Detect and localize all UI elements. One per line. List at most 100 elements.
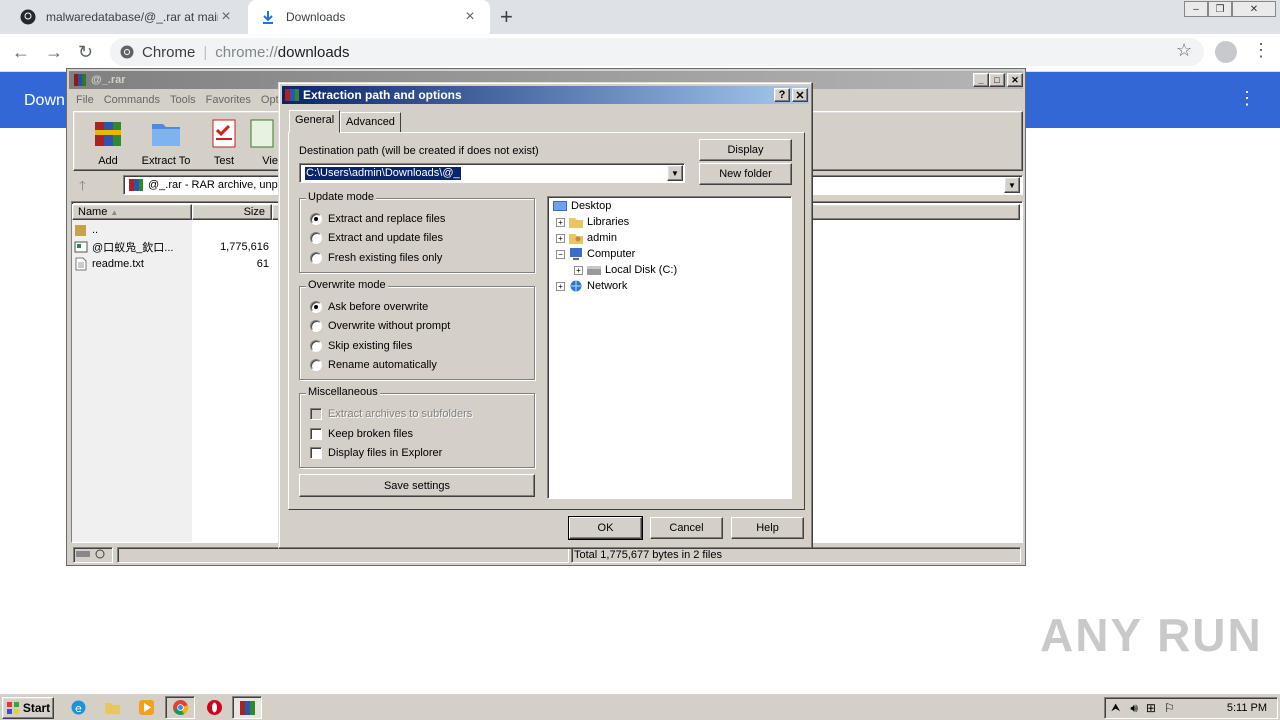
tab-downloads[interactable]: Downloads × <box>248 0 490 34</box>
folder-tree[interactable]: Desktop + Libraries + admin − Computer +… <box>547 196 792 499</box>
expand-icon[interactable]: + <box>574 265 583 275</box>
help-button[interactable]: Help <box>731 517 804 539</box>
clock[interactable]: 5:11 PM <box>1227 702 1267 714</box>
checkbox[interactable] <box>310 447 322 459</box>
expand-icon[interactable]: + <box>556 233 565 243</box>
maximize-button[interactable]: □ <box>989 73 1005 87</box>
close-button[interactable]: ✕ <box>1007 73 1023 87</box>
radio-unselected[interactable] <box>310 359 322 371</box>
explorer-icon[interactable] <box>104 699 121 716</box>
radio-unselected[interactable] <box>310 320 322 332</box>
expand-icon[interactable]: + <box>556 281 565 291</box>
downloads-menu-icon[interactable]: ⋮ <box>1238 88 1256 109</box>
tree-node-libraries[interactable]: + Libraries <box>556 214 629 230</box>
network-tray-icon[interactable]: ⊞ <box>1146 701 1156 715</box>
bookmark-star-icon[interactable]: ☆ <box>1176 40 1192 61</box>
tree-node-network[interactable]: + Network <box>556 278 627 294</box>
start-button[interactable]: Start <box>2 697 54 719</box>
radio-selected[interactable] <box>310 301 322 313</box>
minimize-button[interactable]: _ <box>973 73 989 87</box>
start-label: Start <box>22 701 51 715</box>
reload-icon[interactable]: ↻ <box>78 42 93 63</box>
collapse-icon[interactable]: − <box>556 249 565 259</box>
menu-commands[interactable]: Commands <box>99 91 165 109</box>
ok-button[interactable]: OK <box>568 516 643 540</box>
tree-node-computer[interactable]: − Computer <box>556 246 635 262</box>
radio-rename-automatically[interactable]: Rename automatically <box>310 359 437 371</box>
chrome-taskbar-button[interactable] <box>165 696 195 719</box>
expand-icon[interactable]: + <box>556 217 565 227</box>
dialog-titlebar[interactable]: Extraction path and options ? ✕ <box>282 86 809 104</box>
menu-favorites[interactable]: Favorites <box>201 91 256 109</box>
extraction-dialog: Extraction path and options ? ✕ General … <box>278 82 813 549</box>
tab-advanced[interactable]: Advanced <box>340 112 401 133</box>
action-center-flag-icon[interactable]: ⚐ <box>1164 701 1175 715</box>
extract-to-button[interactable]: Extract To <box>134 116 198 167</box>
winrar-taskbar-button[interactable] <box>232 696 262 719</box>
radio-unselected[interactable] <box>310 340 322 352</box>
column-size[interactable]: Size <box>192 204 272 220</box>
checkbox-keep-broken[interactable]: Keep broken files <box>310 428 413 440</box>
site-label: Chrome <box>142 43 196 61</box>
chrome-menu-icon[interactable]: ⋮ <box>1252 40 1270 61</box>
opera-icon[interactable] <box>206 699 223 716</box>
forward-arrow-icon[interactable]: → <box>45 42 63 63</box>
github-icon <box>20 9 36 25</box>
radio-extract-replace[interactable]: Extract and replace files <box>310 213 445 225</box>
file-size: 1,775,616 <box>220 240 269 253</box>
tool-label: Extract To <box>141 155 191 167</box>
radio-overwrite-without-prompt[interactable]: Overwrite without prompt <box>310 320 450 332</box>
close-tab-icon[interactable]: × <box>462 8 478 26</box>
radio-skip-existing[interactable]: Skip existing files <box>310 340 412 352</box>
back-arrow-icon[interactable]: ← <box>12 42 30 63</box>
add-button[interactable]: Add <box>76 116 140 167</box>
media-player-icon[interactable] <box>138 699 155 716</box>
radio-selected[interactable] <box>310 213 322 225</box>
close-tab-icon[interactable]: × <box>218 8 234 26</box>
display-button[interactable]: Display <box>699 139 792 161</box>
chevron-down-icon[interactable]: ▼ <box>1004 177 1020 193</box>
new-tab-button[interactable]: + <box>500 4 513 30</box>
radio-unselected[interactable] <box>310 252 322 264</box>
show-hidden-icons-icon[interactable]: ⮝ <box>1111 702 1120 715</box>
drive-status-icon[interactable] <box>73 547 113 563</box>
minimize-button[interactable]: – <box>1184 1 1208 17</box>
list-item[interactable]: readme.txt 61 <box>74 255 269 272</box>
ie-icon[interactable]: e <box>70 699 87 716</box>
up-arrow-icon[interactable]: 🡑 <box>79 177 86 199</box>
help-icon[interactable]: ? <box>774 88 790 102</box>
radio-ask-before-overwrite[interactable]: Ask before overwrite <box>310 301 428 313</box>
tab-github[interactable]: malwaredatabase/@_.rar at main · p × <box>8 0 246 34</box>
chevron-down-icon[interactable]: ▼ <box>667 165 683 181</box>
list-item[interactable]: .. <box>74 221 269 238</box>
network-icon <box>570 280 582 292</box>
cancel-button[interactable]: Cancel <box>650 517 723 539</box>
menu-tools[interactable]: Tools <box>165 91 201 109</box>
svg-text:e: e <box>75 702 82 715</box>
tree-node-admin[interactable]: + admin <box>556 230 617 246</box>
radio-extract-update[interactable]: Extract and update files <box>310 232 443 244</box>
destination-path-field[interactable]: C:\Users\admin\Downloads\@_ ▼ <box>299 163 685 183</box>
address-bar[interactable]: Chrome | chrome://downloads <box>110 38 1204 66</box>
list-item[interactable]: @口蚁凫_欽口... 1,775,616 <box>74 238 269 255</box>
checkbox-display-in-explorer[interactable]: Display files in Explorer <box>310 447 442 459</box>
tree-node-desktop[interactable]: Desktop <box>552 198 611 214</box>
radio-unselected[interactable] <box>310 232 322 244</box>
close-icon[interactable]: ✕ <box>792 88 808 102</box>
column-name[interactable]: Name ▲ <box>72 204 192 220</box>
new-folder-button[interactable]: New folder <box>699 163 792 185</box>
radio-fresh-existing[interactable]: Fresh existing files only <box>310 252 442 264</box>
menu-file[interactable]: File <box>71 91 99 109</box>
tree-node-local-disk[interactable]: + Local Disk (C:) <box>574 262 677 278</box>
view-button[interactable]: Vie <box>240 116 280 167</box>
profile-avatar[interactable] <box>1215 41 1237 63</box>
extract-folder-icon <box>152 124 180 146</box>
checkbox[interactable] <box>310 428 322 440</box>
volume-icon[interactable]: 🔊︎ <box>1130 701 1138 716</box>
restore-button[interactable]: ❐ <box>1208 1 1232 17</box>
status-pane-right: Total 1,775,677 bytes in 2 files <box>571 547 1021 563</box>
close-window-button[interactable]: ✕ <box>1232 1 1276 17</box>
save-settings-button[interactable]: Save settings <box>299 474 535 497</box>
system-tray: ⮝ 🔊︎ ⊞ ⚐ 5:11 PM <box>1104 697 1278 719</box>
tab-general[interactable]: General <box>289 110 341 133</box>
